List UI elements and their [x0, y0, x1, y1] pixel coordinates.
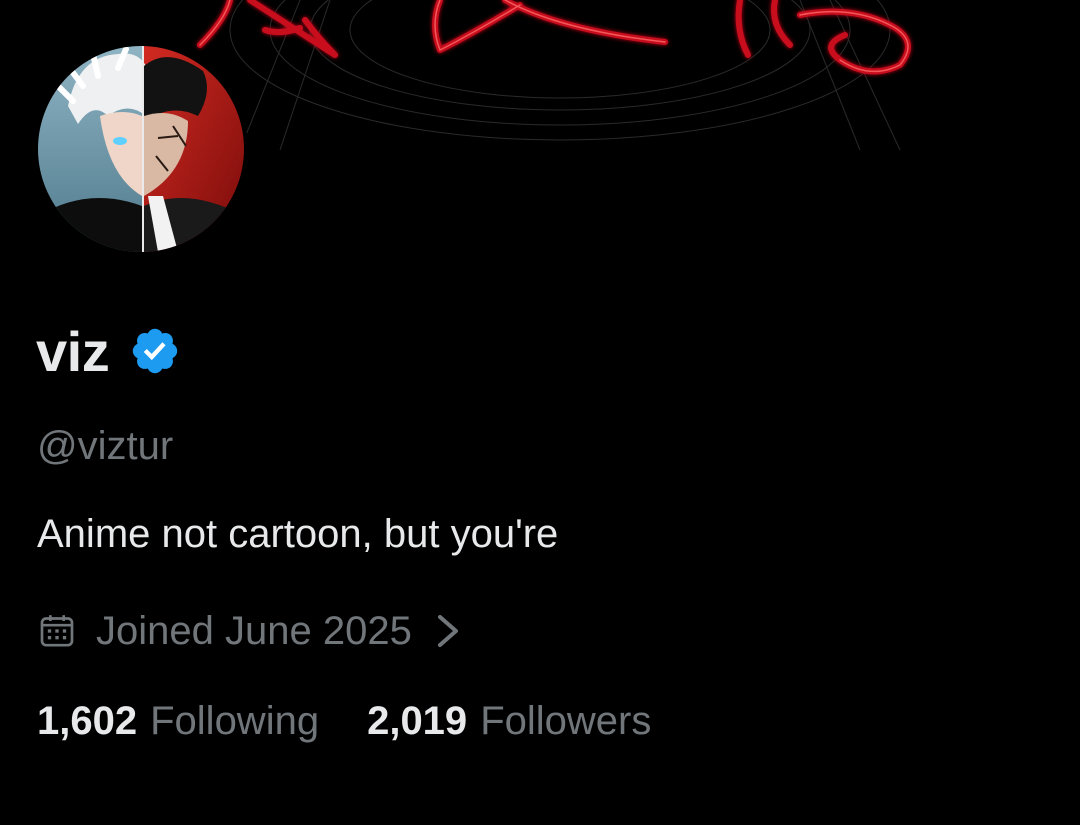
joined-date-text: Joined June 2025 [96, 608, 412, 653]
anime-split-face-avatar [38, 46, 244, 252]
calendar-icon [40, 615, 74, 647]
display-name: viz [36, 319, 110, 383]
joined-date-row[interactable]: Joined June 2025 [37, 606, 462, 656]
chevron-right-icon [437, 615, 458, 647]
follow-stats: 1,602 Following 2,019 Followers [37, 699, 651, 744]
followers-link[interactable]: 2,019 Followers [367, 699, 651, 744]
user-handle: @viztur [37, 424, 174, 468]
followers-label: Followers [480, 699, 652, 743]
avatar[interactable] [38, 46, 244, 252]
profile-bio: Anime not cartoon, but you're [37, 512, 559, 556]
following-count: 1,602 [37, 699, 138, 743]
following-link[interactable]: 1,602 Following [37, 699, 319, 744]
following-label: Following [150, 699, 320, 743]
name-row: viz [36, 318, 181, 384]
verified-badge-icon[interactable] [129, 325, 181, 377]
followers-count: 2,019 [367, 699, 468, 743]
avatar-frame[interactable] [34, 42, 248, 256]
